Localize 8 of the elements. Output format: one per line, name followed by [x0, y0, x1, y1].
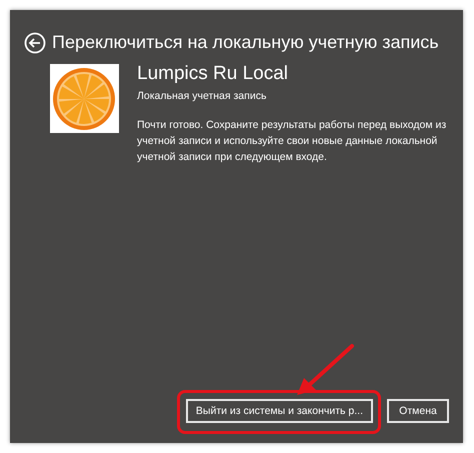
cancel-button[interactable]: Отмена	[387, 399, 449, 423]
annotation-arrow	[296, 344, 354, 395]
message-text: Почти готово. Сохраните результаты работы перед выходом из учетной записи и используйте свои новые данные локальной учетной записи при следующем входе.	[137, 118, 448, 166]
sign-out-button[interactable]: Выйти из системы и закончить р...	[186, 399, 373, 423]
account-name: Lumpics Ru Local	[137, 64, 290, 85]
account-type: Локальная учетная запись	[137, 88, 268, 104]
back-icon[interactable]	[24, 32, 46, 54]
window-title: Переключиться на локальную учетную запись	[52, 32, 439, 54]
